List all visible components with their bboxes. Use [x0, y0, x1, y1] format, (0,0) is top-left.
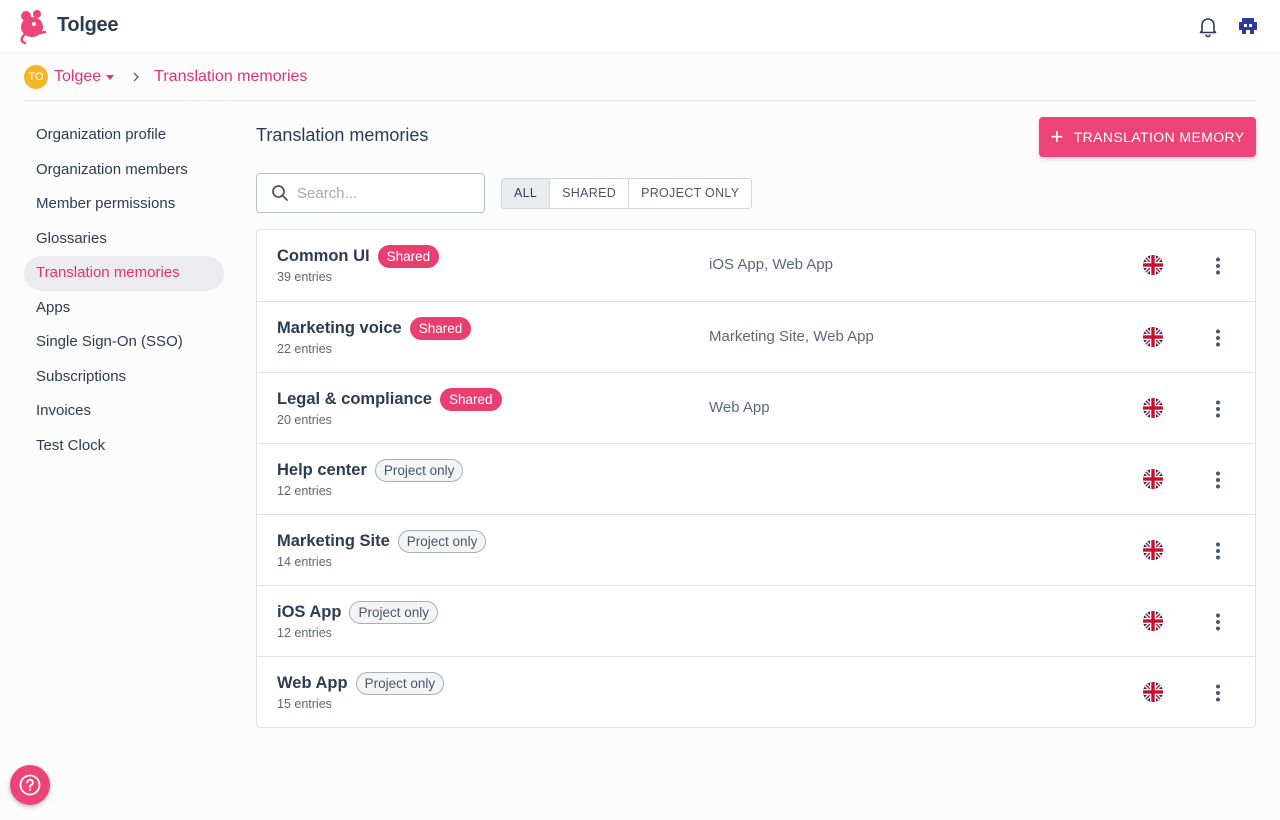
more-vertical-icon[interactable]	[1207, 540, 1229, 562]
list-item[interactable]: Common UI Shared 39 entries iOS App, Web …	[257, 230, 1255, 301]
entry-count: 15 entries	[277, 697, 332, 711]
uk-flag-icon	[1143, 327, 1163, 347]
settings-sidebar: Organization profile Organization member…	[24, 118, 224, 463]
entry-count: 12 entries	[277, 484, 332, 498]
sidebar-item-translation-memories[interactable]: Translation memories	[24, 256, 224, 291]
list-item[interactable]: Web App Project only 15 entries	[257, 656, 1255, 727]
help-icon	[19, 774, 41, 796]
bell-icon[interactable]	[1196, 14, 1220, 38]
entry-count: 22 entries	[277, 342, 332, 356]
status-badge: Project only	[349, 601, 439, 624]
plus-icon: +	[1050, 124, 1064, 149]
tolgee-logo-icon[interactable]	[16, 7, 48, 45]
assigned-projects: Marketing Site, Web App	[709, 328, 874, 345]
page-title: Translation memories	[256, 125, 429, 145]
status-badge: Shared	[409, 317, 472, 340]
breadcrumb-current[interactable]: Translation memories	[154, 68, 307, 86]
status-badge: Shared	[439, 388, 502, 411]
uk-flag-icon	[1143, 469, 1163, 489]
search-icon	[272, 185, 288, 201]
memory-name[interactable]: Common UI	[277, 247, 370, 266]
assigned-projects: iOS App, Web App	[709, 256, 833, 273]
translation-memory-list: Common UI Shared 39 entries iOS App, Web …	[256, 229, 1256, 728]
memory-name[interactable]: Web App	[277, 674, 348, 693]
user-avatar-icon[interactable]	[1236, 14, 1260, 38]
memory-name[interactable]: Legal & compliance	[277, 390, 432, 409]
sidebar-item-subscriptions[interactable]: Subscriptions	[24, 360, 224, 395]
sidebar-item-organization-members[interactable]: Organization members	[24, 153, 224, 188]
entry-count: 20 entries	[277, 413, 332, 427]
assigned-projects: Web App	[709, 399, 770, 416]
more-vertical-icon[interactable]	[1207, 682, 1229, 704]
memory-name[interactable]: Marketing voice	[277, 319, 402, 338]
search-field[interactable]	[256, 173, 485, 213]
status-badge: Project only	[397, 530, 487, 553]
list-item[interactable]: iOS App Project only 12 entries	[257, 585, 1255, 656]
breadcrumb-divider	[24, 100, 1256, 101]
org-switcher[interactable]: Tolgee	[54, 68, 101, 86]
uk-flag-icon	[1143, 611, 1163, 631]
filter-all[interactable]: ALL	[502, 179, 550, 208]
more-vertical-icon[interactable]	[1207, 327, 1229, 349]
help-button[interactable]	[10, 765, 50, 805]
more-vertical-icon[interactable]	[1207, 469, 1229, 491]
memory-name[interactable]: Marketing Site	[277, 532, 390, 551]
sidebar-item-sso[interactable]: Single Sign-On (SSO)	[24, 325, 224, 360]
status-badge: Project only	[355, 672, 445, 695]
list-item[interactable]: Marketing Site Project only 14 entries	[257, 514, 1255, 585]
add-translation-memory-button[interactable]: + TRANSLATION MEMORY	[1039, 117, 1256, 157]
more-vertical-icon[interactable]	[1207, 611, 1229, 633]
add-button-label: TRANSLATION MEMORY	[1073, 129, 1245, 145]
sidebar-item-invoices[interactable]: Invoices	[24, 394, 224, 429]
caret-down-icon[interactable]	[106, 74, 115, 80]
memory-name[interactable]: iOS App	[277, 603, 341, 622]
sidebar-item-member-permissions[interactable]: Member permissions	[24, 187, 224, 222]
org-avatar[interactable]: TO	[24, 65, 48, 89]
uk-flag-icon	[1143, 540, 1163, 560]
search-input[interactable]	[297, 184, 467, 202]
breadcrumb: TO Tolgee Translation memories	[24, 64, 307, 90]
sidebar-item-glossaries[interactable]: Glossaries	[24, 222, 224, 257]
uk-flag-icon	[1143, 255, 1163, 275]
filter-toggle-group: ALL SHARED PROJECT ONLY	[501, 178, 753, 209]
entry-count: 39 entries	[277, 270, 332, 284]
sidebar-item-apps[interactable]: Apps	[24, 291, 224, 326]
brand-name[interactable]: Tolgee	[57, 14, 118, 37]
more-vertical-icon[interactable]	[1207, 398, 1229, 420]
memory-name[interactable]: Help center	[277, 461, 367, 480]
chevron-right-icon	[133, 72, 140, 82]
more-vertical-icon[interactable]	[1207, 255, 1229, 277]
list-item[interactable]: Marketing voice Shared 22 entries Marketi…	[257, 301, 1255, 372]
filter-shared[interactable]: SHARED	[549, 179, 628, 208]
entry-count: 12 entries	[277, 626, 332, 640]
filter-project-only[interactable]: PROJECT ONLY	[628, 179, 751, 208]
entry-count: 14 entries	[277, 555, 332, 569]
sidebar-item-organization-profile[interactable]: Organization profile	[24, 118, 224, 153]
list-item[interactable]: Legal & compliance Shared 20 entries Web …	[257, 372, 1255, 443]
sidebar-item-test-clock[interactable]: Test Clock	[24, 429, 224, 464]
status-badge: Project only	[374, 459, 464, 482]
status-badge: Shared	[377, 245, 440, 268]
list-item[interactable]: Help center Project only 12 entries	[257, 443, 1255, 514]
top-bar: Tolgee	[0, 0, 1280, 52]
uk-flag-icon	[1143, 682, 1163, 702]
uk-flag-icon	[1143, 398, 1163, 418]
